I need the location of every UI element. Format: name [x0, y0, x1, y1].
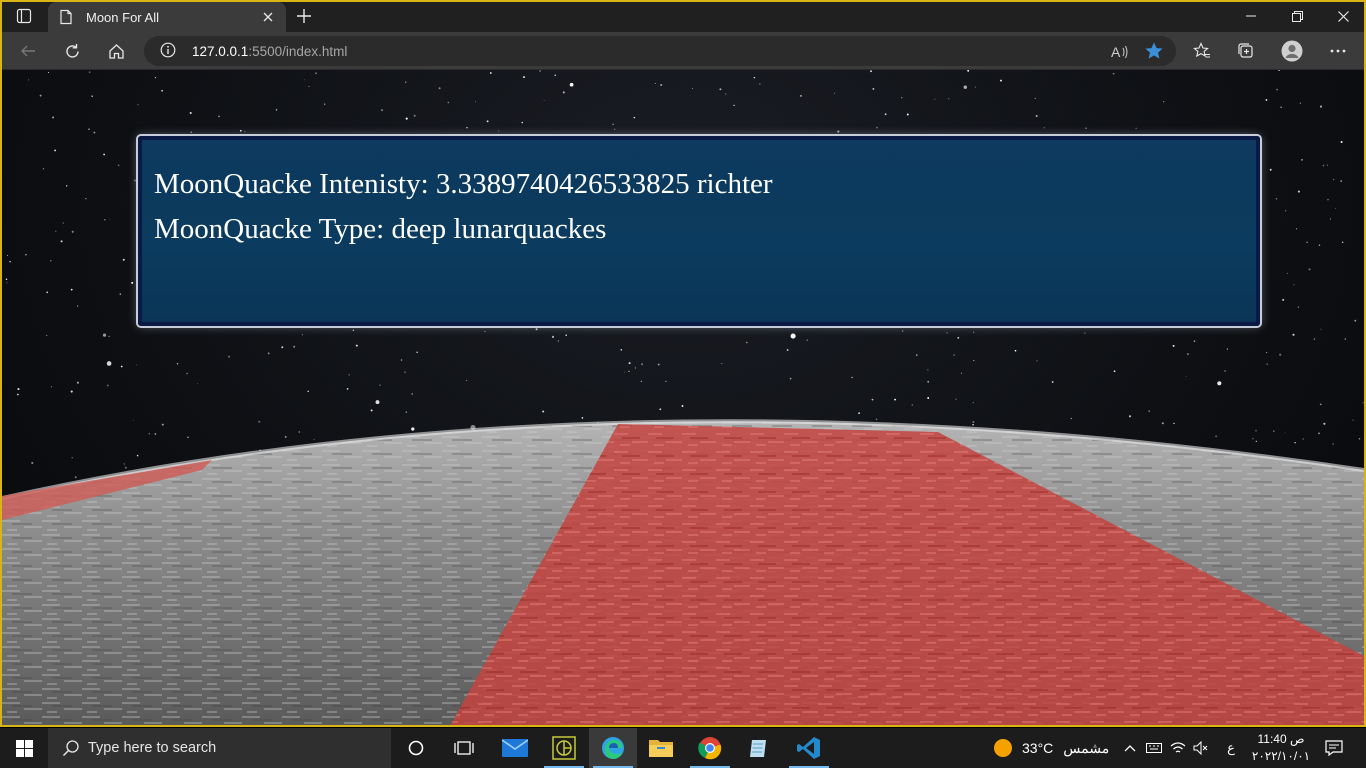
weather-description: مشمس: [1063, 739, 1110, 756]
collections-icon[interactable]: [1231, 36, 1261, 66]
refresh-button[interactable]: [57, 36, 87, 66]
restore-button[interactable]: [1274, 0, 1320, 32]
input-language[interactable]: ع: [1221, 738, 1241, 758]
volume-muted-icon[interactable]: [1191, 738, 1211, 758]
more-options-icon[interactable]: [1323, 36, 1353, 66]
read-aloud-icon[interactable]: A: [1110, 42, 1130, 62]
notepad-app-icon[interactable]: [735, 728, 783, 768]
svg-text:A: A: [1111, 44, 1121, 60]
page-viewport: MoonQuacke Intenisty: 3.3389740426533825…: [2, 70, 1364, 726]
close-window-button[interactable]: [1320, 0, 1366, 32]
show-hidden-icons-chevron-icon[interactable]: [1120, 738, 1140, 758]
close-tab-icon[interactable]: [260, 9, 276, 25]
start-button[interactable]: [0, 728, 48, 768]
search-placeholder: Type here to search: [88, 740, 217, 756]
quake-type: MoonQuacke Type: deep lunarquackes: [154, 213, 607, 245]
wifi-icon[interactable]: [1168, 738, 1188, 758]
tab-strip: Moon For All: [0, 0, 1366, 32]
tab-actions-icon[interactable]: [8, 4, 40, 28]
clock-time: 11:40 ص: [1257, 732, 1305, 746]
new-tab-button[interactable]: [292, 4, 316, 28]
favorites-icon[interactable]: [1187, 36, 1217, 66]
quake-intensity: MoonQuacke Intenisty: 3.3389740426533825…: [154, 168, 773, 200]
taskbar-search[interactable]: Type here to search: [48, 728, 391, 768]
url-host: 127.0.0.1: [192, 43, 249, 59]
minimize-button[interactable]: [1228, 0, 1274, 32]
weather-temperature: 33°C: [1022, 740, 1054, 756]
file-explorer-icon[interactable]: [637, 728, 685, 768]
quake-info-panel: MoonQuacke Intenisty: 3.3389740426533825…: [138, 136, 1260, 326]
site-info-icon[interactable]: [160, 42, 178, 60]
task-view-icon[interactable]: [440, 728, 488, 768]
tab-title: Moon For All: [86, 9, 159, 25]
page-favicon-icon: [58, 9, 74, 25]
url-path: :5500/index.html: [248, 43, 348, 59]
keyboard-icon[interactable]: [1144, 738, 1164, 758]
favorite-star-icon[interactable]: [1144, 41, 1164, 61]
sun-icon: [994, 739, 1012, 757]
back-button[interactable]: [13, 36, 43, 66]
navigation-bar: 127.0.0.1:5500/index.html A: [0, 32, 1366, 70]
home-button[interactable]: [101, 36, 131, 66]
cortana-icon[interactable]: [392, 728, 440, 768]
weather-widget[interactable]: 33°C مشمس: [994, 728, 1109, 768]
taskbar: Type here to search 33°C مشمس ع 11:40 ص …: [0, 728, 1366, 768]
mail-app-icon[interactable]: [491, 728, 539, 768]
vscode-app-icon[interactable]: [785, 728, 833, 768]
calculator-app-icon[interactable]: [540, 728, 588, 768]
chrome-app-icon[interactable]: [686, 728, 734, 768]
notifications-icon[interactable]: [1324, 738, 1344, 758]
system-clock[interactable]: 11:40 ص ٢٠٢٢/١٠/٠١: [1246, 731, 1316, 765]
browser-tab[interactable]: Moon For All: [48, 2, 286, 32]
search-icon: [62, 739, 80, 757]
profile-avatar-icon[interactable]: [1277, 36, 1307, 66]
clock-date: ٢٠٢٢/١٠/٠١: [1251, 749, 1311, 763]
edge-app-icon[interactable]: [589, 728, 637, 768]
address-bar[interactable]: 127.0.0.1:5500/index.html A: [144, 36, 1176, 66]
